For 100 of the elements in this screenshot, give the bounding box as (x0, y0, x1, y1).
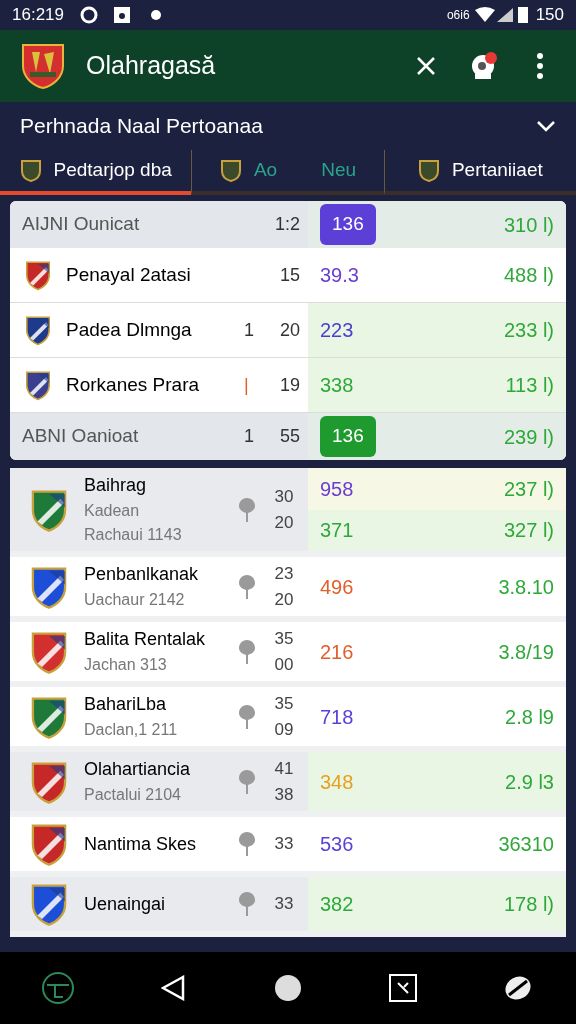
status-time: 16:219 (12, 4, 64, 27)
points: 958 (320, 476, 354, 502)
app-title: Olahragasă (86, 50, 217, 82)
points: 382 (320, 892, 354, 917)
pin-icon (238, 638, 256, 665)
score-value: 233 l) (503, 318, 554, 343)
team-name: Uenaingai (84, 892, 167, 916)
battery-level: 150 (535, 4, 564, 27)
team-name: BahariLba (84, 693, 168, 716)
points: 718 (320, 704, 354, 730)
crest-icon (219, 158, 242, 183)
score-value: 113 l) (505, 373, 554, 398)
more-icon (536, 53, 544, 79)
pin-icon (238, 891, 256, 917)
played-count: 15 (278, 263, 301, 287)
points: 496 (320, 574, 354, 600)
score-badge: 136 (320, 416, 376, 457)
team-name: Penayal 2atasi (66, 262, 192, 287)
team-name: Padea Dlmnga (66, 317, 193, 342)
stat-value: 38 (274, 783, 294, 806)
match-subtitle: Daclan,1 211 (84, 720, 179, 740)
team-name: Baihrag (84, 474, 148, 497)
score-value: 3.8/19 (498, 639, 554, 665)
app-logo-icon (20, 42, 66, 90)
back-icon (160, 975, 185, 1001)
score-value: 2.9 l3 (505, 769, 554, 795)
points: 348 (320, 769, 354, 795)
match-row[interactable]: Olahartiancia Pactalui 2104 41 38 348 2.9 l3 (10, 752, 566, 817)
group-label: AIJNI Ounicat (22, 212, 141, 237)
match-subtitle: Jachan 313 (84, 655, 168, 675)
tab[interactable]: Ao Neu (191, 150, 384, 195)
pin-icon (238, 768, 256, 795)
team-name: Rorkanes Prara (66, 372, 201, 397)
crest-icon (19, 158, 42, 183)
stat-value: 09 (274, 718, 294, 741)
pin-icon (238, 703, 256, 730)
team-name: Nantima Skes (84, 832, 198, 856)
score-value: 239 l) (503, 424, 554, 450)
stat-value: 20 (274, 588, 294, 611)
notification-icon (150, 9, 162, 21)
score-value: 310 l) (503, 212, 554, 238)
battery-icon (517, 7, 528, 23)
points: 338 (320, 373, 354, 398)
points: 216 (320, 639, 354, 665)
match-subtitle: Rachaui 1143 (84, 525, 183, 545)
stat-value: 00 (274, 653, 294, 676)
played-count: 1:2 (273, 213, 301, 236)
tab[interactable]: Pertaniiaet (383, 150, 576, 195)
score-value: 237 l) (503, 476, 554, 502)
match-subtitle: Uachaur 2142 (84, 590, 186, 610)
signal-icon (495, 7, 514, 23)
stat-value: 23 (274, 563, 294, 585)
team-row[interactable]: Rorkanes Prara | 19 338 113 l) (10, 358, 566, 413)
rank: 1 (244, 425, 255, 448)
rank: | (244, 373, 250, 397)
stat-value: 35 (274, 628, 294, 650)
stat-value: 35 (274, 693, 294, 715)
rank: 1 (244, 318, 255, 342)
points: 39.3 (320, 263, 359, 288)
stat-value: 41 (274, 758, 294, 780)
team-row[interactable]: Padea Dlmnga 1 20 223 233 l) (10, 303, 566, 358)
pin-icon (238, 831, 256, 857)
played-count: 20 (278, 318, 301, 342)
team-name: Olahartiancia (84, 758, 192, 781)
wifi-icon (473, 7, 496, 23)
stat-value: 33 (274, 893, 294, 916)
chevron-icon[interactable] (536, 120, 556, 132)
score-value: 488 l) (503, 263, 554, 288)
stat-value: 30 (274, 486, 294, 508)
points: 223 (320, 318, 354, 343)
tab-secondary-label: Neu (321, 158, 357, 183)
home-icon (273, 974, 302, 1002)
recents-icon (389, 974, 418, 1002)
team-name: Balita Rentalak (84, 628, 207, 651)
notification-icon (80, 6, 98, 24)
stat-value: 20 (274, 511, 294, 534)
points: 536 (320, 832, 354, 857)
match-row[interactable]: Baihrag Kadean Rachaui 1143 30 20 958 237 l) 371 327 l) (10, 468, 566, 557)
pin-icon (238, 496, 256, 523)
crest-icon (417, 158, 440, 183)
network-label: o6i6 (446, 7, 470, 24)
match-subtitle: Pactalui 2104 (84, 785, 182, 805)
score-value: 3.8.10 (498, 574, 554, 600)
points: 371 (320, 518, 354, 544)
section-title: Perhnada Naal Pertoanaa (20, 113, 264, 140)
score-value: 178 l) (503, 892, 554, 917)
played-count: 19 (278, 373, 301, 397)
score-badge: 136 (320, 204, 376, 245)
score-value: 327 l) (503, 518, 554, 544)
notification-icon (114, 7, 130, 23)
team-detail: Kadean (84, 501, 141, 521)
close-icon (416, 56, 436, 76)
score-value: 36310 (498, 832, 554, 857)
team-name: Penbanlkanak (84, 563, 200, 586)
match-row[interactable]: Uenaingai 33 382 178 l) (10, 877, 566, 937)
pin-icon (238, 573, 256, 600)
group-label: ABNI Oanioat (22, 424, 140, 449)
score-value: 2.8 l9 (505, 704, 554, 730)
tab[interactable]: Pedtarjop dba (0, 150, 192, 195)
played-count: 55 (278, 425, 301, 448)
